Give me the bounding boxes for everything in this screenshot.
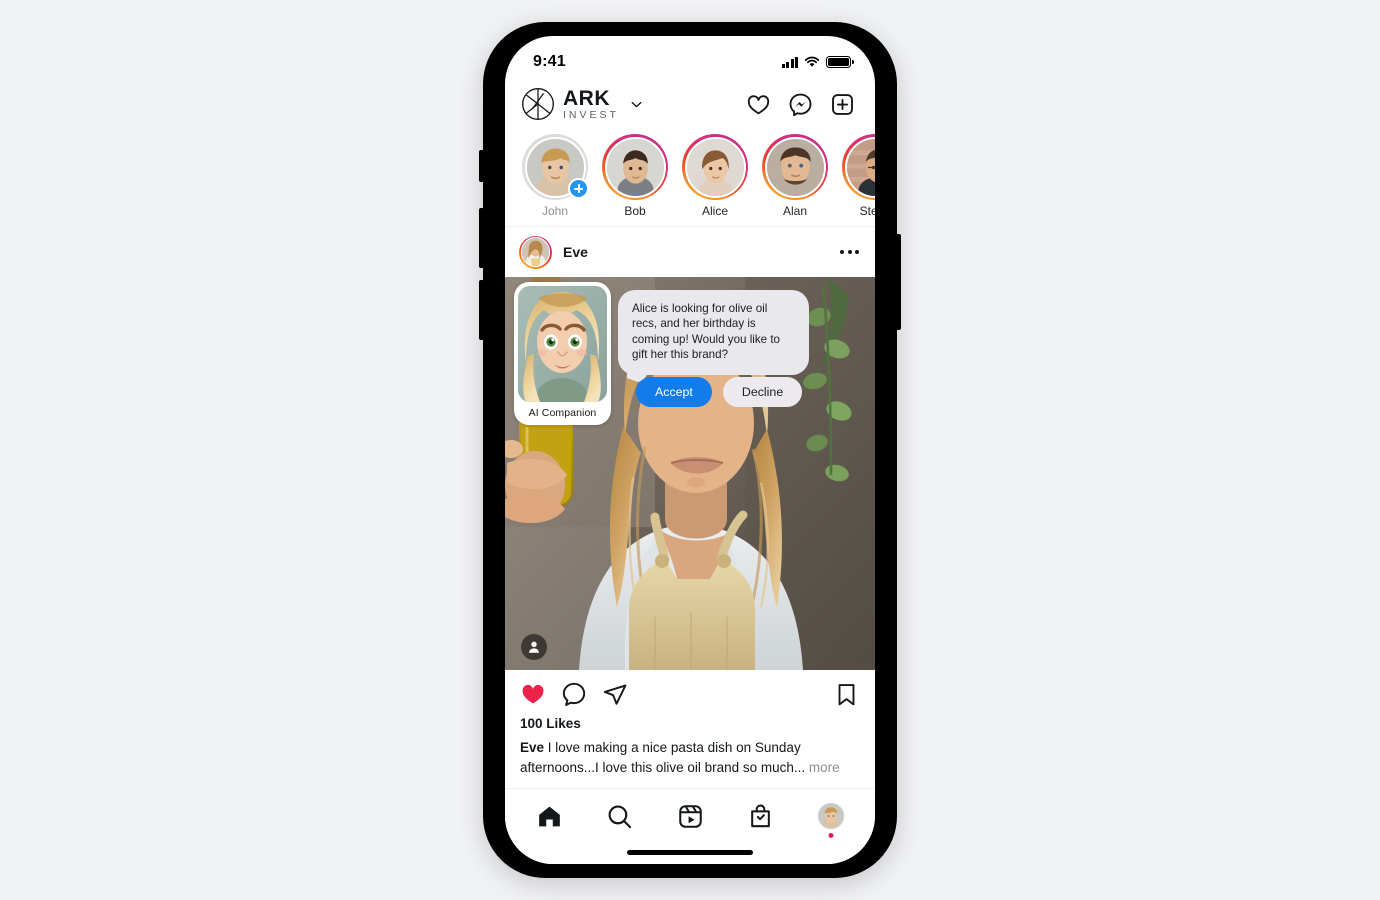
- battery-full-icon: [826, 56, 854, 68]
- tagged-people-icon[interactable]: [521, 634, 547, 660]
- ai-companion-actions: Accept Decline: [636, 377, 803, 407]
- caption-text: I love making a nice pasta dish on Sunda…: [520, 740, 809, 775]
- story-ring: [522, 134, 589, 200]
- avatar-steve-icon: [846, 138, 875, 196]
- caption-author[interactable]: Eve: [520, 740, 544, 755]
- status-bar: 9:41: [505, 36, 875, 80]
- ark-invest-logo-icon: [522, 88, 554, 120]
- wifi-icon: [804, 56, 820, 67]
- power-button[interactable]: [896, 234, 901, 330]
- brand-name: ARK: [563, 86, 610, 110]
- post-caption: Eve I love making a nice pasta dish on S…: [505, 731, 875, 777]
- comment-icon[interactable]: [561, 681, 587, 707]
- story-ring: [762, 134, 828, 200]
- story-label: Bob: [624, 204, 646, 218]
- header-actions: [746, 92, 855, 117]
- chevron-down-icon[interactable]: [629, 97, 644, 112]
- cellular-signal-icon: [781, 56, 798, 68]
- home-indicator[interactable]: [627, 850, 753, 855]
- story-item-alice[interactable]: Alice: [682, 134, 748, 218]
- story-avatar: [764, 136, 826, 198]
- profile-avatar-icon: [818, 803, 844, 829]
- status-icons: [781, 56, 854, 68]
- app-header: ARK INVEST: [505, 80, 875, 128]
- more-options-icon[interactable]: [840, 250, 859, 254]
- story-item-bob[interactable]: Bob: [602, 134, 668, 218]
- avatar-alan-icon: [766, 138, 824, 196]
- post-author-avatar[interactable]: [519, 235, 552, 269]
- silent-switch-button[interactable]: [479, 150, 484, 182]
- post-action-bar: [505, 670, 875, 709]
- story-ring: [602, 134, 668, 200]
- caption-more-link[interactable]: more: [809, 760, 840, 775]
- volume-down-button[interactable]: [479, 280, 484, 340]
- story-item-steve[interactable]: Steve: [842, 134, 875, 218]
- brand-subtitle: INVEST: [563, 108, 619, 121]
- volume-up-button[interactable]: [479, 208, 484, 268]
- tab-reels[interactable]: [668, 803, 712, 830]
- story-label: Steve: [859, 204, 875, 218]
- heart-filled-icon[interactable]: [520, 681, 546, 707]
- story-avatar: [604, 136, 666, 198]
- phone-screen: 9:41 ARK INVEST John Bob Alice Alan St E…: [505, 36, 875, 864]
- bookmark-icon[interactable]: [834, 682, 859, 707]
- post-username[interactable]: Eve: [563, 244, 829, 260]
- reels-icon: [678, 805, 702, 828]
- tab-home[interactable]: [527, 803, 571, 830]
- home-icon: [538, 806, 560, 827]
- heart-icon[interactable]: [746, 92, 771, 117]
- story-avatar: [844, 136, 875, 198]
- story-item-alan[interactable]: Alan: [762, 134, 828, 218]
- story-label: Alan: [782, 204, 808, 218]
- story-item-john[interactable]: John: [522, 134, 589, 218]
- shop-bag-icon: [751, 804, 770, 828]
- brand-text: ARK INVEST: [563, 88, 619, 121]
- avatar-alice-icon: [686, 138, 744, 196]
- accept-button[interactable]: Accept: [636, 377, 712, 407]
- ai-companion-message-bubble: Alice is looking for olive oil recs, and…: [618, 290, 809, 375]
- likes-count[interactable]: 100 Likes: [505, 709, 875, 731]
- brand-logo-group[interactable]: ARK INVEST: [521, 87, 644, 121]
- profile-notification-dot: [828, 833, 834, 838]
- add-story-button[interactable]: [568, 178, 589, 199]
- stories-tray[interactable]: John Bob Alice Alan St: [505, 128, 875, 227]
- story-avatar: [684, 136, 746, 198]
- avatar-eve-icon: [521, 238, 550, 266]
- ai-companion-avatar-icon: [518, 286, 607, 402]
- post-media[interactable]: AI Companion Alice is looking for olive …: [505, 277, 875, 670]
- ai-companion-card[interactable]: AI Companion: [514, 282, 611, 425]
- messenger-icon[interactable]: [788, 92, 813, 117]
- post-header: Eve: [505, 227, 875, 277]
- story-ring: [842, 134, 875, 200]
- share-paperplane-icon[interactable]: [602, 681, 628, 707]
- avatar-bob-icon: [606, 138, 664, 196]
- story-ring: [682, 134, 748, 200]
- story-label: Alice: [701, 204, 728, 218]
- ai-companion-label: AI Companion: [528, 407, 597, 419]
- story-label: John: [541, 204, 569, 218]
- status-time: 9:41: [533, 53, 566, 70]
- tab-profile[interactable]: [809, 803, 853, 838]
- phone-frame: 9:41 ARK INVEST John Bob Alice Alan St E…: [479, 22, 901, 878]
- plus-box-icon[interactable]: [830, 92, 855, 117]
- search-icon: [608, 805, 632, 829]
- tab-search[interactable]: [598, 803, 642, 830]
- tab-shop[interactable]: [739, 803, 783, 830]
- decline-button[interactable]: Decline: [722, 377, 803, 407]
